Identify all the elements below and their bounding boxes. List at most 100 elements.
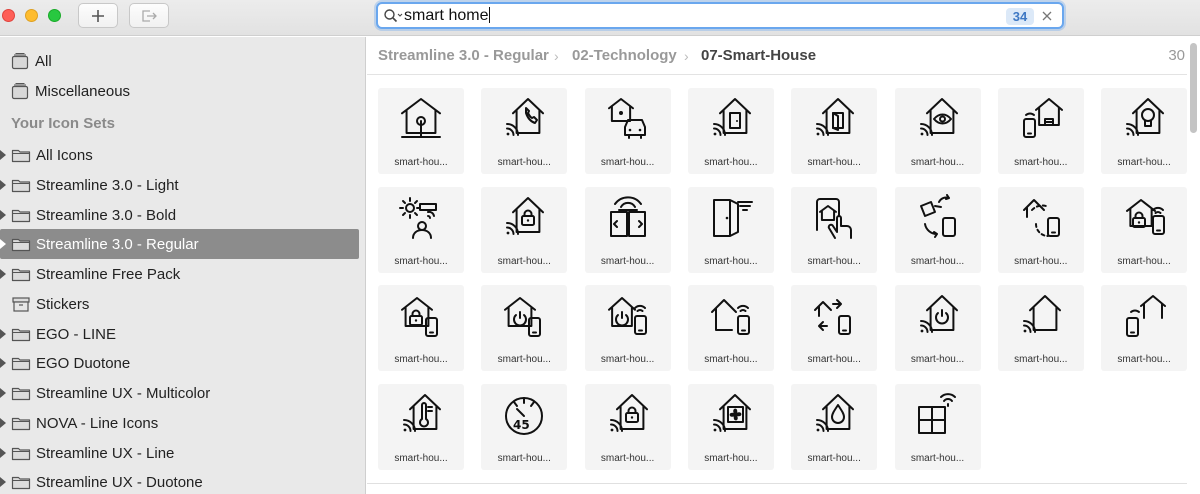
sidebar-item-label: NOVA - Line Icons — [36, 414, 159, 432]
disclosure-triangle-icon[interactable] — [0, 209, 6, 220]
disclosure-triangle-icon[interactable] — [0, 388, 6, 398]
disclosure-triangle-icon[interactable] — [0, 239, 6, 250]
sidebar-item-set[interactable]: Stickers — [0, 289, 359, 319]
export-button[interactable] — [129, 3, 169, 28]
smart-house-phone-arrows-icon — [814, 299, 852, 336]
icon-tile[interactable]: smart-hou... — [584, 285, 671, 372]
icon-tile[interactable]: smart-hou... — [894, 383, 981, 470]
smart-house-lock-wifi-icon — [506, 196, 545, 235]
sidebar-item-set[interactable]: Streamline 3.0 - Regular — [0, 229, 359, 260]
icon-caption: smart-hou... — [1014, 354, 1068, 366]
minimize-window-button[interactable] — [25, 9, 38, 22]
window-toolbar: smart home 34 — [0, 0, 1200, 36]
icon-tile[interactable]: smart-hou... — [997, 186, 1084, 273]
icon-tile[interactable]: smart-hou... — [378, 285, 464, 372]
sidebar-item-set[interactable]: Streamline UX - Duotone — [0, 467, 359, 494]
icon-tile[interactable]: smart-hou... — [1101, 186, 1188, 273]
icon-tile[interactable]: smart-hou... — [1101, 88, 1188, 174]
icon-tile[interactable]: smart-hou... — [791, 285, 878, 372]
icon-tile[interactable]: smart-hou... — [378, 383, 464, 470]
icon-caption: smart-hou... — [1014, 255, 1068, 267]
icon-tile[interactable]: smart-hou... — [584, 88, 671, 174]
disclosure-triangle-icon[interactable] — [0, 179, 6, 190]
icon-tile[interactable]: smart-hou... — [584, 186, 671, 273]
icon-tile[interactable]: smart-hou... — [687, 88, 774, 174]
icon-caption: smart-hou... — [704, 157, 758, 168]
sidebar-item-set[interactable]: Streamline UX - Multicolor — [0, 378, 359, 408]
sidebar-item-set[interactable]: Streamline UX - Line — [0, 438, 359, 468]
icon-tile[interactable]: smart-hou... — [584, 383, 671, 470]
stack-icon — [11, 82, 29, 100]
disclosure-triangle-icon[interactable] — [0, 447, 6, 458]
sidebar-item-label: All — [35, 53, 52, 70]
archive-box-icon — [12, 297, 30, 312]
sidebar-item-set[interactable]: Streamline 3.0 - Bold — [0, 200, 359, 230]
sidebar-item-set[interactable]: EGO Duotone — [0, 348, 359, 378]
icon-tile[interactable]: smart-hou... — [894, 285, 981, 372]
folder-icon — [11, 447, 31, 460]
smart-house-phone-outline-icon — [1126, 295, 1167, 338]
icon-tile[interactable]: smart-hou... — [791, 186, 878, 273]
icon-tile[interactable]: smart-hou... — [791, 88, 878, 174]
sidebar-item-set[interactable]: All Icons — [0, 140, 359, 170]
folder-icon — [11, 209, 31, 222]
icon-tile[interactable]: smart-hou... — [378, 186, 464, 273]
icon-tile[interactable]: smart-hou... — [687, 285, 774, 372]
sidebar-item-label: Stickers — [36, 295, 90, 313]
icon-caption: smart-hou... — [497, 452, 551, 464]
smart-house-door-open-wifi-icon — [816, 98, 855, 136]
sidebar-item-set[interactable]: NOVA - Line Icons — [0, 408, 359, 438]
icon-tile[interactable]: smart-hou... — [894, 186, 981, 273]
search-field[interactable]: smart home 34 — [376, 2, 1064, 29]
export-icon — [142, 9, 157, 22]
sidebar-item-label: Streamline Free Pack — [36, 266, 181, 283]
sidebar-item-all[interactable]: All — [0, 46, 359, 76]
icon-tile[interactable]: 45 smart-hou... — [481, 383, 568, 470]
disclosure-triangle-icon[interactable] — [0, 150, 6, 160]
icon-caption: smart-hou... — [394, 452, 448, 464]
sidebar-item-set[interactable]: EGO - LINE — [0, 319, 359, 349]
icon-tile[interactable]: smart-hou... — [687, 186, 774, 273]
icon-tile[interactable]: smart-hou... — [997, 88, 1084, 174]
icon-tile[interactable]: smart-hou... — [481, 285, 568, 372]
smart-house-light-bulb-icon — [1126, 98, 1165, 136]
sidebar-item-label: Streamline 3.0 - Bold — [36, 206, 177, 224]
icon-caption: smart-hou... — [1117, 157, 1171, 168]
folder-icon — [11, 268, 31, 282]
smart-house-fan-wifi-icon — [712, 393, 751, 432]
icon-tile[interactable]: smart-hou... — [791, 383, 878, 470]
breadcrumb-item-subcategory[interactable]: 07-Smart-House — [701, 47, 816, 64]
breadcrumb-item-category[interactable]: 02-Technology — [572, 47, 677, 64]
zoom-window-button[interactable] — [48, 9, 61, 22]
search-input[interactable]: smart home — [404, 7, 490, 25]
disclosure-triangle-icon[interactable] — [0, 269, 6, 279]
sidebar-item-set[interactable]: Streamline Free Pack — [0, 259, 359, 289]
sidebar-item-label: Streamline UX - Line — [36, 444, 175, 462]
disclosure-triangle-icon[interactable] — [0, 358, 6, 369]
icon-tile[interactable]: smart-hou... — [894, 88, 981, 174]
icon-tile[interactable]: smart-hou... — [481, 186, 568, 273]
sidebar-item-miscellaneous[interactable]: Miscellaneous — [0, 76, 359, 106]
scrollbar-thumb[interactable] — [1190, 43, 1197, 133]
icon-tile[interactable]: smart-hou... — [378, 88, 464, 174]
breadcrumb: Streamline 3.0 - Regular › 02-Technology… — [367, 37, 1200, 75]
disclosure-triangle-icon[interactable] — [0, 477, 6, 488]
icon-caption: smart-hou... — [600, 452, 655, 464]
vertical-scrollbar[interactable] — [1187, 37, 1200, 494]
icon-tile[interactable]: smart-hou... — [687, 383, 774, 470]
close-window-button[interactable] — [2, 9, 15, 22]
smart-house-eye-wifi-icon — [919, 98, 958, 136]
icon-caption: smart-hou... — [497, 354, 551, 366]
icon-tile[interactable]: smart-hou... — [481, 88, 568, 174]
icon-caption: smart-hou... — [394, 255, 448, 267]
icon-tile[interactable]: smart-hou... — [997, 285, 1084, 372]
disclosure-triangle-icon[interactable] — [0, 328, 6, 339]
icon-caption: smart-hou... — [807, 452, 861, 464]
icon-tile[interactable]: smart-hou... — [1101, 285, 1188, 372]
breadcrumb-item-set[interactable]: Streamline 3.0 - Regular — [378, 47, 549, 64]
sidebar-item-set[interactable]: Streamline 3.0 - Light — [0, 170, 359, 200]
smart-house-touch-icon — [816, 197, 853, 239]
add-button[interactable] — [78, 3, 118, 28]
clear-search-icon[interactable] — [1040, 9, 1054, 23]
disclosure-triangle-icon[interactable] — [0, 417, 6, 428]
